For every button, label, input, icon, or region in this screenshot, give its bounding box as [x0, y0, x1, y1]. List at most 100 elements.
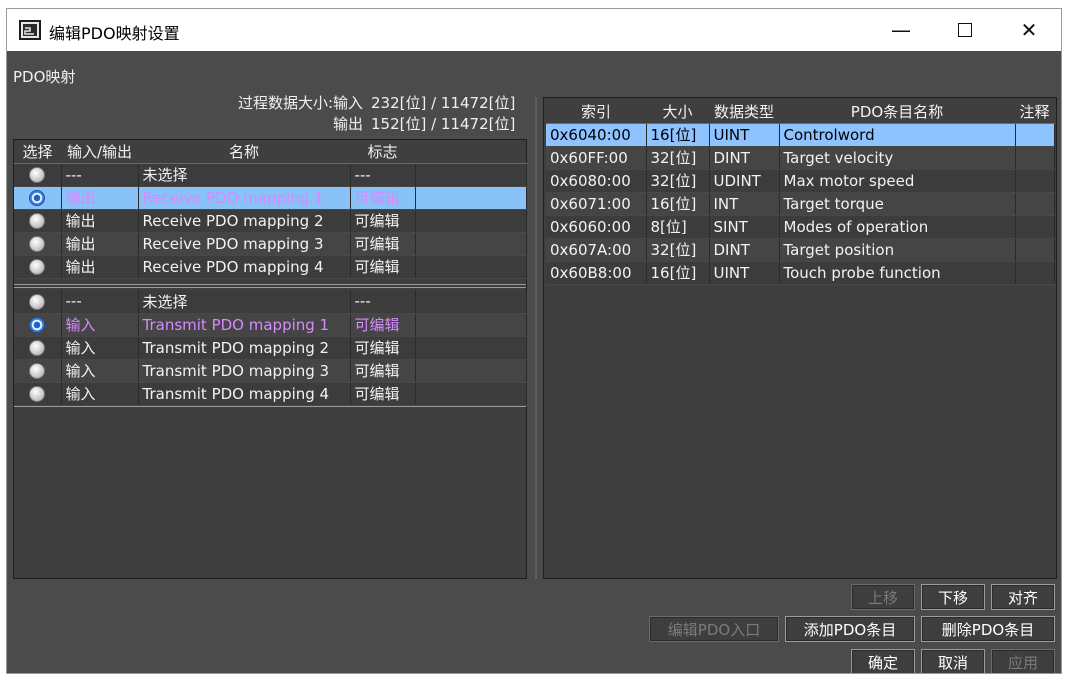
select-cell[interactable]	[14, 313, 62, 337]
radio-button[interactable]	[29, 190, 46, 206]
title-bar: 编辑PDO映射设置 — ✕	[7, 9, 1061, 51]
pdo-entry-row[interactable]: 0x60B8:00 16[位] UINT Touch probe function	[546, 261, 1055, 285]
group-divider	[14, 284, 526, 288]
radio-button[interactable]	[29, 363, 46, 379]
col-header-io[interactable]: 输入/输出	[61, 140, 138, 164]
col-header-index[interactable]: 索引	[546, 100, 646, 124]
align-button[interactable]: 对齐	[991, 584, 1055, 610]
receive-pdo-row[interactable]: 输出 Receive PDO mapping 3 可编辑	[14, 232, 527, 256]
transmit-pdo-row[interactable]: 输入 Transmit PDO mapping 3 可编辑	[14, 359, 527, 383]
size-cell: 16[位]	[646, 192, 710, 216]
move-up-button[interactable]: 上移	[851, 584, 915, 610]
maximize-button[interactable]	[933, 9, 997, 51]
io-cell: 输出	[61, 255, 139, 279]
index-cell: 0x60B8:00	[546, 261, 647, 285]
pdo-name-cell: Transmit PDO mapping 1	[138, 313, 351, 337]
transmit-pdo-row[interactable]: 输入 Transmit PDO mapping 2 可编辑	[14, 336, 527, 360]
select-cell[interactable]	[14, 163, 62, 187]
select-cell[interactable]	[14, 209, 62, 233]
pdo-mapping-table-transmit: --- 未选择 --- 输入 Transmit PDO mapping 1 可编辑 输入 Tr…	[14, 290, 527, 406]
close-button[interactable]: ✕	[997, 9, 1061, 51]
col-header-name[interactable]: 名称	[138, 140, 350, 164]
cancel-button[interactable]: 取消	[921, 649, 985, 673]
delete-pdo-entry-button[interactable]: 删除PDO条目	[921, 616, 1055, 642]
empty-cell	[415, 382, 527, 406]
select-cell[interactable]	[14, 290, 62, 314]
select-cell[interactable]	[14, 359, 62, 383]
empty-cell	[415, 336, 527, 360]
pdo-entry-row[interactable]: 0x6040:00 16[位] UINT Controlword	[546, 123, 1055, 147]
pdo-entry-table: 索引 大小 数据类型 PDO条目名称 注释 0x6040:00 16[位] UINT…	[546, 100, 1055, 285]
transmit-pdo-row[interactable]: 输入 Transmit PDO mapping 1 可编辑	[14, 313, 527, 337]
select-cell[interactable]	[14, 336, 62, 360]
empty-cell	[415, 209, 527, 233]
pdo-name-cell: Transmit PDO mapping 3	[138, 359, 351, 383]
receive-pdo-row[interactable]: 输出 Receive PDO mapping 1 可编辑	[14, 186, 527, 210]
receive-pdo-row[interactable]: 输出 Receive PDO mapping 2 可编辑	[14, 209, 527, 233]
col-header-size[interactable]: 大小	[646, 100, 709, 124]
io-cell: 输入	[61, 382, 139, 406]
flag-cell: 可编辑	[350, 359, 416, 383]
pdo-name-cell: 未选择	[138, 163, 351, 187]
col-header-empty	[415, 140, 526, 164]
datatype-cell: UDINT	[709, 169, 780, 193]
select-cell[interactable]	[14, 382, 62, 406]
select-cell[interactable]	[14, 186, 62, 210]
flag-cell: 可编辑	[350, 336, 416, 360]
add-pdo-entry-button[interactable]: 添加PDO条目	[785, 616, 915, 642]
radio-button[interactable]	[29, 386, 46, 402]
pdo-entry-row[interactable]: 0x6060:00 8[位] SINT Modes of operation	[546, 215, 1055, 239]
pdo-entry-row[interactable]: 0x6080:00 32[位] UDINT Max motor speed	[546, 169, 1055, 193]
receive-pdo-row[interactable]: 输出 Receive PDO mapping 4 可编辑	[14, 255, 527, 279]
process-data-size-input-label: 过程数据大小:输入	[237, 94, 363, 112]
empty-cell	[415, 313, 527, 337]
radio-button[interactable]	[29, 259, 46, 275]
apply-button[interactable]: 应用	[991, 649, 1055, 673]
size-cell: 32[位]	[646, 146, 710, 170]
pdo-entry-row[interactable]: 0x60FF:00 32[位] DINT Target velocity	[546, 146, 1055, 170]
datatype-cell: SINT	[709, 215, 780, 239]
ok-button[interactable]: 确定	[851, 649, 915, 673]
transmit-pdo-row[interactable]: 输入 Transmit PDO mapping 4 可编辑	[14, 382, 527, 406]
pdo-name-cell: 未选择	[138, 290, 351, 314]
pdo-name-cell: Transmit PDO mapping 2	[138, 336, 351, 360]
process-data-size-output-label: 输出	[332, 115, 363, 133]
move-down-button[interactable]: 下移	[921, 584, 985, 610]
datatype-cell: UINT	[709, 123, 780, 147]
radio-button[interactable]	[29, 213, 46, 229]
flag-cell: 可编辑	[350, 313, 416, 337]
datatype-cell: DINT	[709, 146, 780, 170]
entry-name-cell: Touch probe function	[779, 261, 1016, 285]
comment-cell	[1015, 123, 1055, 147]
pdo-entry-row[interactable]: 0x607A:00 32[位] DINT Target position	[546, 238, 1055, 262]
edit-pdo-entry-button[interactable]: 编辑PDO入口	[649, 616, 779, 642]
radio-button[interactable]	[29, 236, 46, 252]
minimize-button[interactable]: —	[869, 9, 933, 51]
select-cell[interactable]	[14, 232, 62, 256]
io-cell: 输入	[61, 313, 139, 337]
radio-button[interactable]	[29, 340, 46, 356]
col-header-flag[interactable]: 标志	[350, 140, 415, 164]
transmit-pdo-row[interactable]: --- 未选择 ---	[14, 290, 527, 314]
size-cell: 16[位]	[646, 261, 710, 285]
col-header-datatype[interactable]: 数据类型	[709, 100, 779, 124]
flag-cell: 可编辑	[350, 232, 416, 256]
select-cell[interactable]	[14, 255, 62, 279]
receive-pdo-row[interactable]: --- 未选择 ---	[14, 163, 527, 187]
process-data-size-output-value: 152[位] / 11472[位]	[371, 115, 516, 133]
index-cell: 0x6060:00	[546, 215, 647, 239]
datatype-cell: DINT	[709, 238, 780, 262]
col-header-select[interactable]: 选择	[14, 140, 61, 164]
pdo-entry-row[interactable]: 0x6071:00 16[位] INT Target torque	[546, 192, 1055, 216]
index-cell: 0x60FF:00	[546, 146, 647, 170]
radio-button[interactable]	[29, 293, 46, 310]
empty-cell	[415, 186, 527, 210]
dialog-content: PDO映射 过程数据大小:输入 232[位] / 11472[位] 输出 152…	[7, 51, 1061, 673]
panel-splitter[interactable]	[535, 97, 537, 579]
radio-button[interactable]	[29, 167, 46, 183]
process-data-size-input-value: 232[位] / 11472[位]	[371, 94, 516, 112]
io-cell: 输出	[61, 232, 139, 256]
col-header-entry-name[interactable]: PDO条目名称	[779, 100, 1015, 124]
radio-button[interactable]	[29, 317, 46, 333]
col-header-comment[interactable]: 注释	[1015, 100, 1054, 124]
